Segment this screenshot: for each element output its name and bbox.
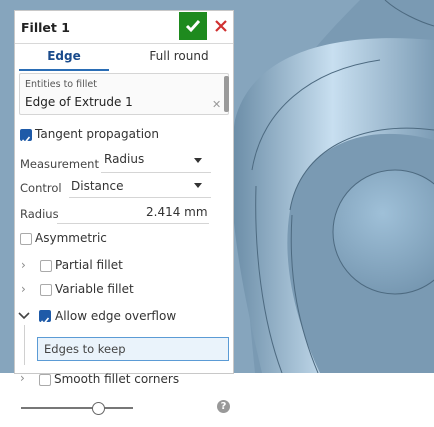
control-select[interactable]: Distance (71, 179, 123, 193)
measurement-label: Measurement (20, 157, 99, 171)
variable-fillet-label: Variable fillet (55, 282, 134, 296)
ok-button[interactable] (179, 12, 207, 40)
check-icon (40, 317, 50, 325)
slider-thumb[interactable] (92, 402, 105, 415)
entities-to-fillet-field[interactable]: Entities to fillet Edge of Extrude 1 ✕ (19, 73, 229, 115)
tangent-propagation-label: Tangent propagation (35, 127, 159, 141)
chevron-right-icon[interactable]: › (21, 258, 26, 272)
radius-input[interactable]: 2.414 mm (146, 205, 208, 219)
partial-fillet-label: Partial fillet (55, 258, 123, 272)
dialog-header: Fillet 1 (15, 11, 233, 44)
chevron-down-icon[interactable] (194, 158, 202, 163)
chevron-down-icon[interactable] (18, 312, 30, 320)
check-icon (21, 136, 31, 144)
entities-value[interactable]: Edge of Extrude 1 (25, 95, 133, 109)
measurement-select[interactable]: Radius (104, 152, 144, 166)
asymmetric-checkbox[interactable] (20, 233, 32, 245)
tangent-propagation-checkbox[interactable] (20, 129, 32, 144)
variable-fillet-checkbox[interactable] (40, 284, 52, 296)
control-label: Control (20, 181, 62, 195)
slider-track[interactable] (21, 407, 133, 409)
asymmetric-label: Asymmetric (35, 231, 107, 245)
radius-label: Radius (20, 207, 59, 221)
dialog-title: Fillet 1 (21, 20, 70, 35)
group-line (24, 325, 25, 365)
tab-edge[interactable]: Edge (19, 45, 109, 71)
entities-scrollbar[interactable] (224, 76, 229, 112)
allow-edge-overflow-checkbox[interactable] (39, 310, 51, 325)
edges-to-keep-field[interactable]: Edges to keep (37, 337, 229, 361)
cancel-button[interactable] (211, 12, 231, 40)
clear-icon[interactable]: ✕ (212, 98, 221, 111)
tab-full-round[interactable]: Full round (129, 45, 229, 69)
help-icon[interactable]: ? (217, 400, 230, 413)
chevron-right-icon[interactable]: › (21, 282, 26, 296)
check-icon (185, 20, 201, 33)
smooth-fillet-corners-label: Smooth fillet corners (54, 372, 180, 386)
allow-edge-overflow-label: Allow edge overflow (55, 309, 177, 323)
smooth-fillet-corners-checkbox[interactable] (39, 374, 51, 386)
fillet-dialog: Fillet 1 Edge Full round Entities to fil… (14, 10, 234, 374)
close-icon (215, 20, 227, 32)
chevron-down-icon[interactable] (194, 183, 202, 188)
partial-fillet-checkbox[interactable] (40, 260, 52, 272)
entities-label: Entities to fillet (25, 79, 97, 90)
chevron-right-icon[interactable]: › (20, 371, 25, 385)
